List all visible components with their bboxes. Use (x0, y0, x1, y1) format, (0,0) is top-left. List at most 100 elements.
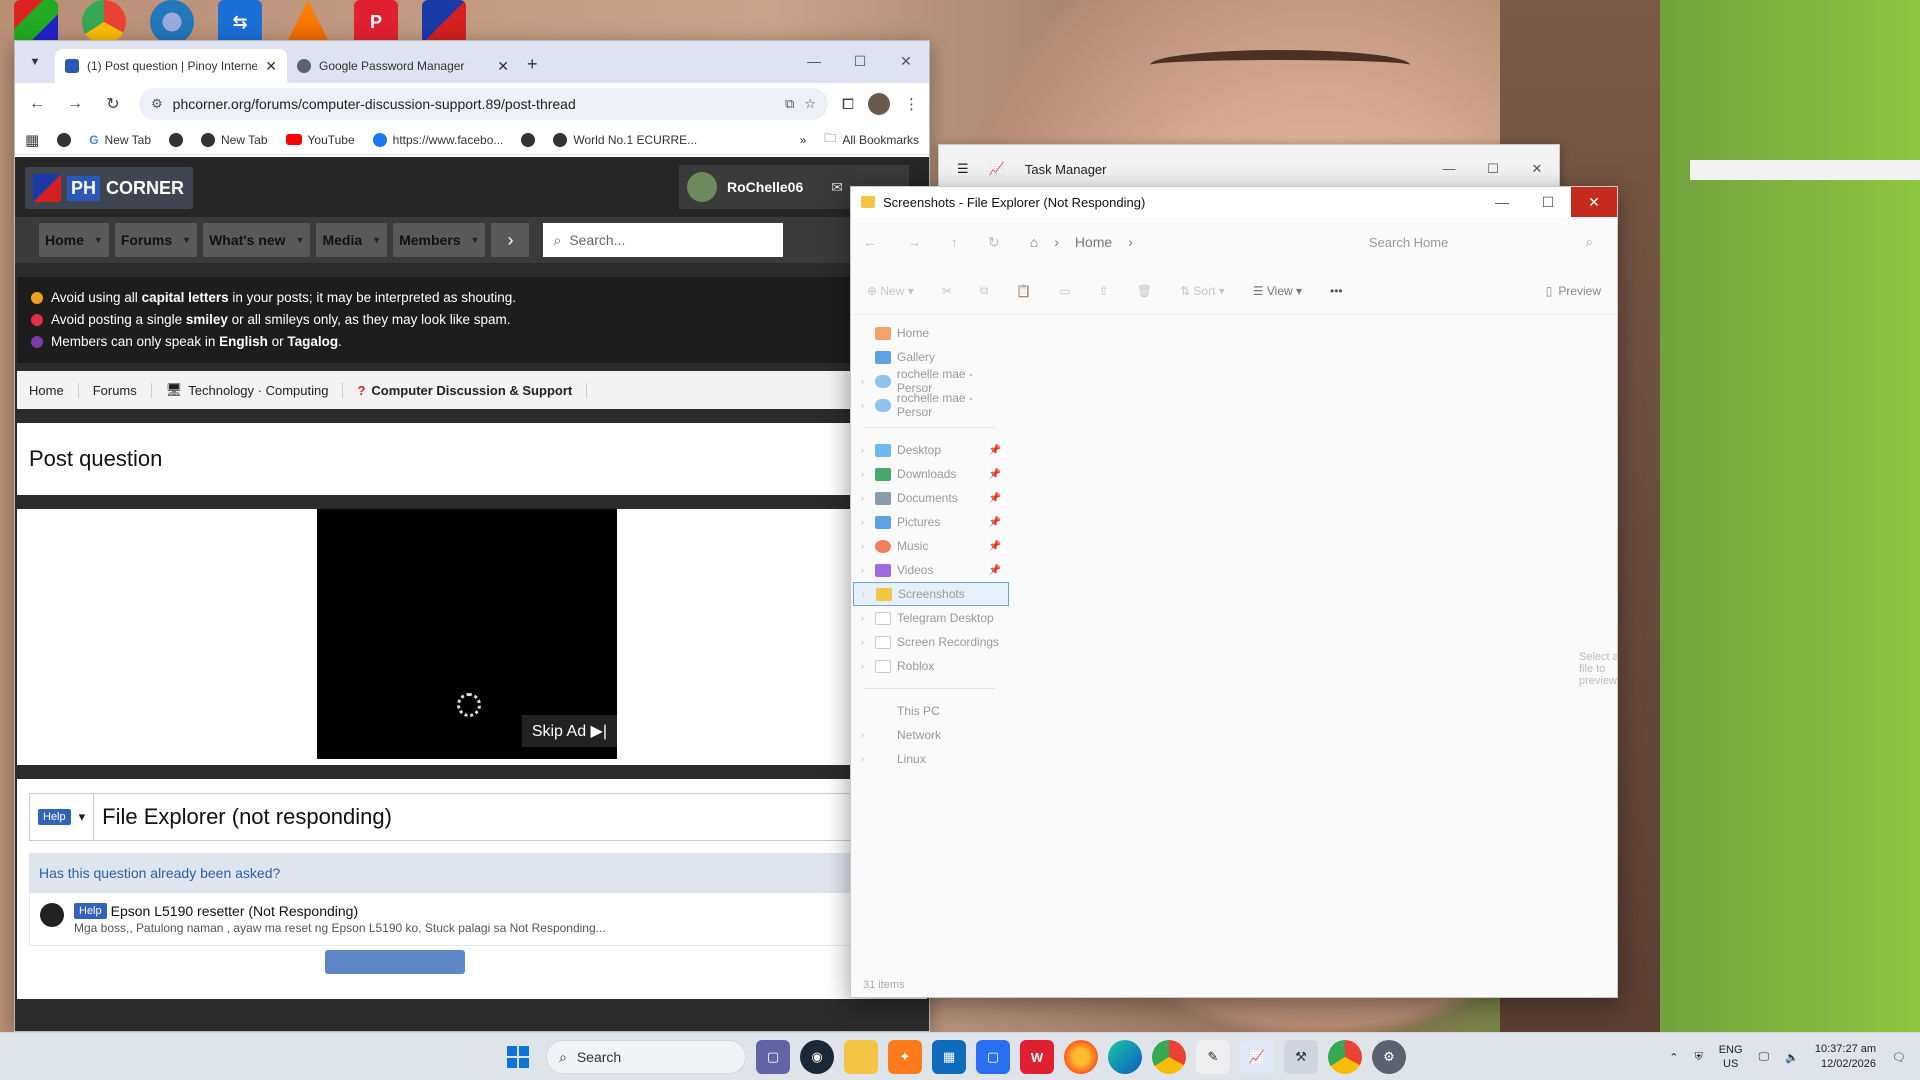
minimize-icon[interactable]: — (1479, 187, 1525, 217)
similar-thread-item[interactable]: Help Epson L5190 resetter (Not Respondin… (29, 893, 915, 946)
taskbar-search[interactable]: ⌕ Search (546, 1040, 746, 1074)
cut-icon[interactable]: ✂ (942, 284, 952, 298)
nav-item-onedrive-1[interactable]: › rochelle mae - Persor (851, 367, 1011, 395)
chevron-up-icon[interactable]: ⌃ (1669, 1051, 1678, 1064)
chrome-taskbar-icon[interactable] (1152, 1040, 1186, 1074)
nav-home[interactable]: Home ▼ (39, 223, 109, 257)
breadcrumb-technology[interactable]: 🖥 Technology · Computing (166, 382, 344, 398)
bookmark-globe-2[interactable] (169, 132, 184, 147)
maximize-icon[interactable]: ☐ (837, 41, 883, 81)
breadcrumb-computer-discussion[interactable]: ? Computer Discussion & Support (357, 382, 588, 398)
firefox-taskbar-icon[interactable] (1064, 1040, 1098, 1074)
nav-item-this-pc[interactable]: This PC (851, 699, 1011, 723)
chrome-desktop-icon[interactable] (82, 0, 126, 44)
site-info-icon[interactable]: ⚙ (151, 96, 163, 112)
defender-icon[interactable]: ⛨ (1694, 1051, 1702, 1064)
wps-desktop-icon[interactable]: P (354, 0, 398, 44)
nav-item-network[interactable]: › Network (851, 723, 1011, 747)
chevron-right-icon[interactable]: › (861, 541, 869, 551)
chevron-right-icon[interactable]: › (861, 493, 869, 503)
tab-close-icon[interactable]: ✕ (497, 58, 509, 75)
new-button[interactable]: ⊕ New ▾ (867, 284, 914, 298)
winrar-desktop-icon[interactable] (14, 0, 58, 44)
refresh-icon[interactable]: ↻ (988, 234, 1000, 251)
app-taskbar-icon[interactable]: ✦ (888, 1040, 922, 1074)
nav-item-gallery[interactable]: Gallery (851, 345, 1011, 369)
wps-taskbar-icon[interactable]: W (1020, 1040, 1054, 1074)
breadcrumb-home[interactable]: Home (29, 382, 79, 398)
nav-item-onedrive-2[interactable]: › rochelle mae - Persor (851, 391, 1011, 419)
bookmark-star-icon[interactable]: ☆ (804, 96, 816, 112)
address-bar[interactable]: ⚙ phcorner.org/forums/computer-discussio… (139, 88, 828, 120)
profile-avatar-icon[interactable] (868, 93, 890, 115)
apps-grid-icon[interactable]: ▦ (25, 131, 39, 149)
rename-icon[interactable]: ▭ (1059, 284, 1070, 298)
mail-icon[interactable]: ✉ (831, 179, 843, 196)
forward-arrow-icon[interactable]: → (63, 95, 87, 113)
nav-item-screenshots[interactable]: › Screenshots (853, 582, 1009, 606)
hamburger-menu-icon[interactable]: ☰ (957, 161, 969, 177)
caret-down-icon[interactable]: ▼ (296, 235, 305, 245)
nav-media[interactable]: Media ▼ (316, 223, 388, 257)
clock[interactable]: 10:37:27 am 12/02/2026 (1815, 1042, 1876, 1072)
notification-icon[interactable]: 🗨 (1892, 1051, 1906, 1064)
caret-down-icon[interactable]: ▼ (182, 235, 191, 245)
chevron-right-icon[interactable]: › (861, 565, 869, 575)
post-thread-button[interactable] (325, 950, 465, 974)
nav-item-pictures[interactable]: › Pictures 📌 (851, 510, 1011, 534)
start-button[interactable] (500, 1039, 536, 1075)
settings-taskbar-icon[interactable]: ⚙ (1372, 1040, 1406, 1074)
chevron-right-icon[interactable]: › (861, 376, 869, 386)
all-bookmarks-button[interactable]: 🗀 All Bookmarks (824, 129, 919, 150)
chevron-right-icon[interactable]: › (861, 730, 869, 740)
thread-title-input[interactable]: File Explorer (not responding) (94, 804, 392, 830)
caret-down-icon[interactable]: ▼ (372, 235, 381, 245)
chrome-profile-taskbar-icon[interactable] (1328, 1040, 1362, 1074)
forward-arrow-icon[interactable]: → (907, 234, 921, 250)
close-icon[interactable]: ✕ (883, 41, 929, 81)
caret-down-icon[interactable]: ▼ (94, 235, 103, 245)
bookmark-new-tab-2[interactable]: New Tab (201, 132, 268, 147)
prefix-selector[interactable]: Help ▾ (30, 794, 95, 840)
remote-desktop-icon[interactable]: ⇆ (218, 0, 262, 44)
tab-close-icon[interactable]: ✕ (265, 58, 277, 75)
nav-item-linux[interactable]: › Linux (851, 747, 1011, 771)
phcorner-desktop-icon[interactable] (422, 0, 466, 44)
bookmark-ecurrency[interactable]: World No.1 ECURRE... (553, 132, 697, 147)
nav-item-roblox[interactable]: › Roblox (851, 654, 1011, 678)
tab-password-manager[interactable]: Google Password Manager ✕ (287, 49, 519, 83)
chevron-right-icon[interactable]: › (861, 517, 869, 527)
chevron-right-icon[interactable]: › (861, 637, 869, 647)
up-arrow-icon[interactable]: ↑ (951, 234, 958, 250)
file-explorer-taskbar-icon[interactable] (844, 1040, 878, 1074)
vlc-desktop-icon[interactable] (286, 0, 330, 44)
chevron-right-icon[interactable]: › (861, 469, 869, 479)
ad-video[interactable]: Skip Ad ▶| (317, 509, 617, 759)
maximize-icon[interactable]: ☐ (1525, 187, 1571, 217)
skip-ad-button[interactable]: Skip Ad ▶| (521, 715, 617, 747)
nav-item-home[interactable]: Home (851, 321, 1011, 345)
more-options-button[interactable]: ••• (1330, 284, 1343, 298)
close-icon[interactable]: ✕ (1515, 161, 1559, 177)
tab-search-button[interactable]: ▼ (21, 48, 49, 76)
reload-icon[interactable]: ↻ (101, 94, 125, 114)
bookmark-globe-3[interactable] (521, 132, 536, 147)
explorer-address-bar[interactable]: ⌂ › Home › (1030, 234, 1285, 250)
extensions-icon[interactable]: ⧠ (842, 96, 854, 113)
nav-item-screen-recordings[interactable]: › Screen Recordings (851, 630, 1011, 654)
bookmark-globe[interactable] (57, 132, 72, 147)
nav-item-desktop[interactable]: › Desktop 📌 (851, 438, 1011, 462)
minimize-icon[interactable]: — (1427, 161, 1471, 177)
bookmark-facebook[interactable]: https://www.facebo... (372, 132, 503, 147)
explorer-content-pane[interactable]: Select a file to preview. (1011, 315, 1617, 985)
chevron-right-icon[interactable]: › (861, 400, 869, 410)
back-arrow-icon[interactable]: ← (25, 95, 49, 113)
view-button[interactable]: ☰ View ▾ (1253, 284, 1302, 298)
nav-item-music[interactable]: › Music 📌 (851, 534, 1011, 558)
chevron-right-icon[interactable]: › (861, 754, 869, 764)
nav-item-videos[interactable]: › Videos 📌 (851, 558, 1011, 582)
chevron-right-icon[interactable]: › (861, 661, 869, 671)
breadcrumb-forums[interactable]: Forums (93, 382, 152, 398)
caret-down-icon[interactable]: ▼ (471, 235, 480, 245)
paste-icon[interactable]: 📋 (1016, 284, 1031, 298)
